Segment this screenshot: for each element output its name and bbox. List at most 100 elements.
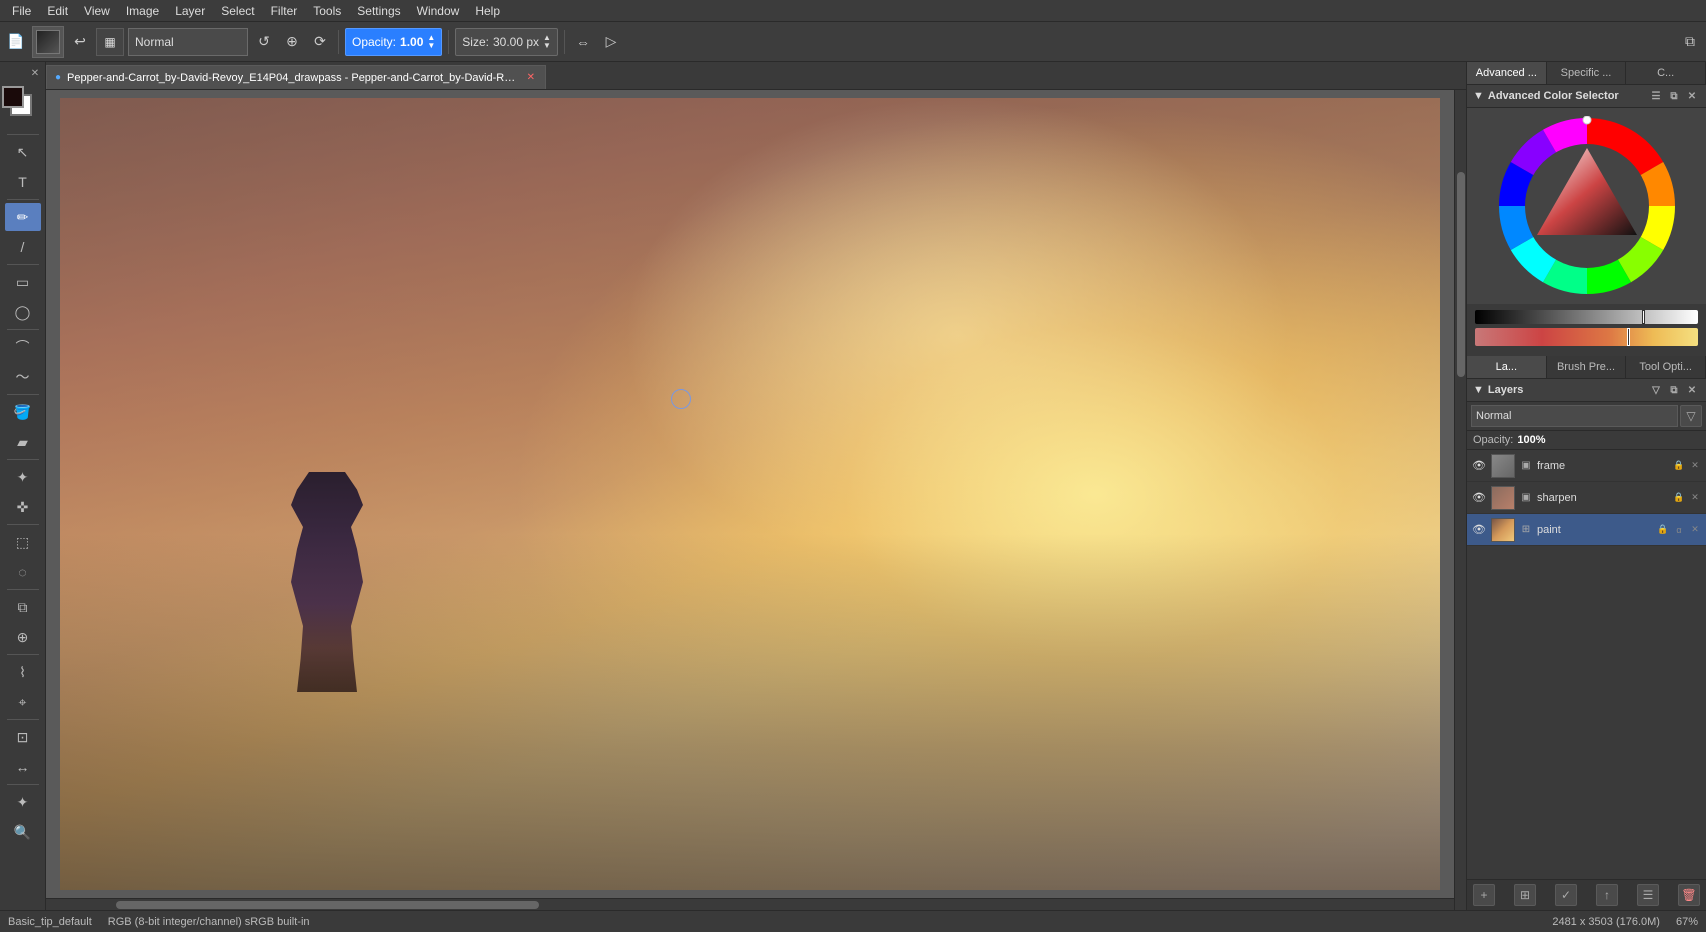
- menu-settings[interactable]: Settings: [349, 2, 408, 20]
- opacity-value[interactable]: 1.00: [400, 35, 423, 49]
- tool-ellipse[interactable]: ◯: [5, 298, 41, 326]
- tool-poly-lasso[interactable]: ⌖: [5, 688, 41, 716]
- link-icon[interactable]: ⊕: [280, 28, 304, 56]
- tab-tool-options[interactable]: Tool Opti...: [1626, 356, 1706, 378]
- tool-preview[interactable]: [32, 26, 64, 58]
- color-fg[interactable]: [2, 86, 24, 108]
- canvas-tab[interactable]: ● Pepper-and-Carrot_by-David-Revoy_E14P0…: [46, 65, 546, 89]
- color-slider-thumb[interactable]: [1627, 328, 1630, 346]
- layers-float-icon[interactable]: ⧉: [1666, 382, 1682, 398]
- workspace-icon[interactable]: ⧉: [1678, 28, 1702, 56]
- tool-rect[interactable]: ▭: [5, 268, 41, 296]
- tool-color-picker[interactable]: ✦: [5, 788, 41, 816]
- tool-crop[interactable]: ⧉: [5, 593, 41, 621]
- tab-c[interactable]: C...: [1626, 62, 1706, 84]
- layer-lock-paint-icon[interactable]: 🔒: [1656, 523, 1670, 537]
- layers-filter-btn[interactable]: ▽: [1680, 405, 1702, 427]
- brush-preset-icon[interactable]: ↩: [68, 28, 92, 56]
- menu-view[interactable]: View: [76, 2, 118, 20]
- add-layer-btn[interactable]: +: [1473, 884, 1495, 906]
- scrollbar-vertical[interactable]: [1454, 90, 1466, 910]
- color-wheel[interactable]: [1497, 116, 1677, 296]
- tool-lasso[interactable]: ⌇: [5, 658, 41, 686]
- layer-delete-icon[interactable]: ✕: [1688, 459, 1702, 473]
- layer-row-frame[interactable]: 👁 ▣ frame 🔒 ✕: [1467, 450, 1706, 482]
- tool-smart-patch[interactable]: ⊡: [5, 723, 41, 751]
- tab-brush-presets[interactable]: Brush Pre...: [1547, 356, 1627, 378]
- close-icon[interactable]: ✕: [1684, 88, 1700, 104]
- scrollbar-v-thumb[interactable]: [1457, 172, 1465, 377]
- mirror-h-icon[interactable]: ⇔: [571, 28, 595, 56]
- layer-row-sharpen[interactable]: 👁 ▣ sharpen 🔒 ✕: [1467, 482, 1706, 514]
- tool-fill[interactable]: 🪣: [5, 398, 41, 426]
- tab-advanced[interactable]: Advanced ...: [1467, 62, 1547, 84]
- tool-bezier[interactable]: ⌒: [5, 333, 41, 361]
- layer-delete-sharpen-icon[interactable]: ✕: [1688, 491, 1702, 505]
- layers-collapse-icon[interactable]: ▼: [1473, 384, 1484, 396]
- tab-layers[interactable]: La...: [1467, 356, 1547, 378]
- layer-visibility-frame[interactable]: 👁: [1471, 458, 1487, 474]
- tool-transform[interactable]: ✦: [5, 463, 41, 491]
- move-down-btn[interactable]: ✓: [1555, 884, 1577, 906]
- sync-icon[interactable]: ⟳: [308, 28, 332, 56]
- new-icon[interactable]: 📄: [4, 28, 28, 56]
- grid-icon[interactable]: ▦: [96, 28, 124, 56]
- move-up-btn[interactable]: ↑: [1596, 884, 1618, 906]
- scrollbar-h-thumb[interactable]: [116, 901, 538, 909]
- menu-filter[interactable]: Filter: [263, 2, 306, 20]
- layers-blend-mode[interactable]: Normal: [1471, 405, 1678, 427]
- tool-zoom[interactable]: 🔍: [5, 818, 41, 846]
- menu-help[interactable]: Help: [467, 2, 508, 20]
- layer-alpha-lock-icon[interactable]: α: [1672, 523, 1686, 537]
- float-icon[interactable]: ⧉: [1666, 88, 1682, 104]
- layers-opacity-value[interactable]: 100%: [1517, 434, 1545, 446]
- layer-delete-paint-icon[interactable]: ✕: [1688, 523, 1702, 537]
- tool-text[interactable]: T: [5, 168, 41, 196]
- menu-file[interactable]: File: [4, 2, 39, 20]
- layer-lock-icon[interactable]: 🔒: [1672, 459, 1686, 473]
- color-swatches[interactable]: [2, 86, 44, 128]
- layer-visibility-paint[interactable]: 👁: [1471, 522, 1487, 538]
- black-slider[interactable]: [1475, 310, 1698, 324]
- settings-icon[interactable]: ☰: [1648, 88, 1664, 104]
- collapse-icon[interactable]: ▼: [1473, 90, 1484, 102]
- size-stepper[interactable]: ▲▼: [543, 34, 551, 50]
- layers-close-icon[interactable]: ✕: [1684, 382, 1700, 398]
- tool-pointer[interactable]: ↖: [5, 138, 41, 166]
- tool-gradient[interactable]: ▰: [5, 428, 41, 456]
- color-gradient-slider[interactable]: [1475, 328, 1698, 346]
- menu-edit[interactable]: Edit: [39, 2, 76, 20]
- add-group-btn[interactable]: ⊞: [1514, 884, 1536, 906]
- reset-icon[interactable]: ↺: [252, 28, 276, 56]
- tool-freehand-brush[interactable]: ✏: [5, 203, 41, 231]
- close-panel-icon[interactable]: ✕: [27, 65, 43, 81]
- layer-lock-sharpen-icon[interactable]: 🔒: [1672, 491, 1686, 505]
- menu-select[interactable]: Select: [213, 2, 262, 20]
- canvas-viewport[interactable]: [46, 90, 1454, 898]
- layer-row-paint[interactable]: 👁 ⊞ paint 🔒 α ✕: [1467, 514, 1706, 546]
- tool-clone[interactable]: ⊕: [5, 623, 41, 651]
- layers-filter-icon[interactable]: ▽: [1648, 382, 1664, 398]
- blend-mode-select[interactable]: Normal: [128, 28, 248, 56]
- delete-layer-btn[interactable]: 🗑: [1678, 884, 1700, 906]
- tool-line[interactable]: /: [5, 233, 41, 261]
- tool-select-rect[interactable]: ⬚: [5, 528, 41, 556]
- tab-specific[interactable]: Specific ...: [1547, 62, 1627, 84]
- slider-thumb[interactable]: [1642, 310, 1645, 324]
- menu-image[interactable]: Image: [118, 2, 167, 20]
- tool-freehand[interactable]: 〜: [5, 363, 41, 391]
- size-value[interactable]: 30.00 px: [493, 35, 539, 49]
- tool-select-ellipse[interactable]: ◌: [5, 558, 41, 586]
- layer-visibility-sharpen[interactable]: 👁: [1471, 490, 1487, 506]
- tool-move[interactable]: ✜: [5, 493, 41, 521]
- layer-properties-btn[interactable]: ☰: [1637, 884, 1659, 906]
- scrollbar-horizontal[interactable]: [46, 898, 1454, 910]
- tool-measure[interactable]: ↔: [5, 753, 41, 781]
- color-wheel-container[interactable]: [1467, 108, 1706, 304]
- menu-tools[interactable]: Tools: [305, 2, 349, 20]
- opacity-stepper[interactable]: ▲▼: [427, 34, 435, 50]
- menu-layer[interactable]: Layer: [167, 2, 213, 20]
- menu-window[interactable]: Window: [409, 2, 468, 20]
- tab-close-icon[interactable]: ✕: [525, 71, 537, 84]
- mirror-v-icon[interactable]: ▷: [599, 28, 623, 56]
